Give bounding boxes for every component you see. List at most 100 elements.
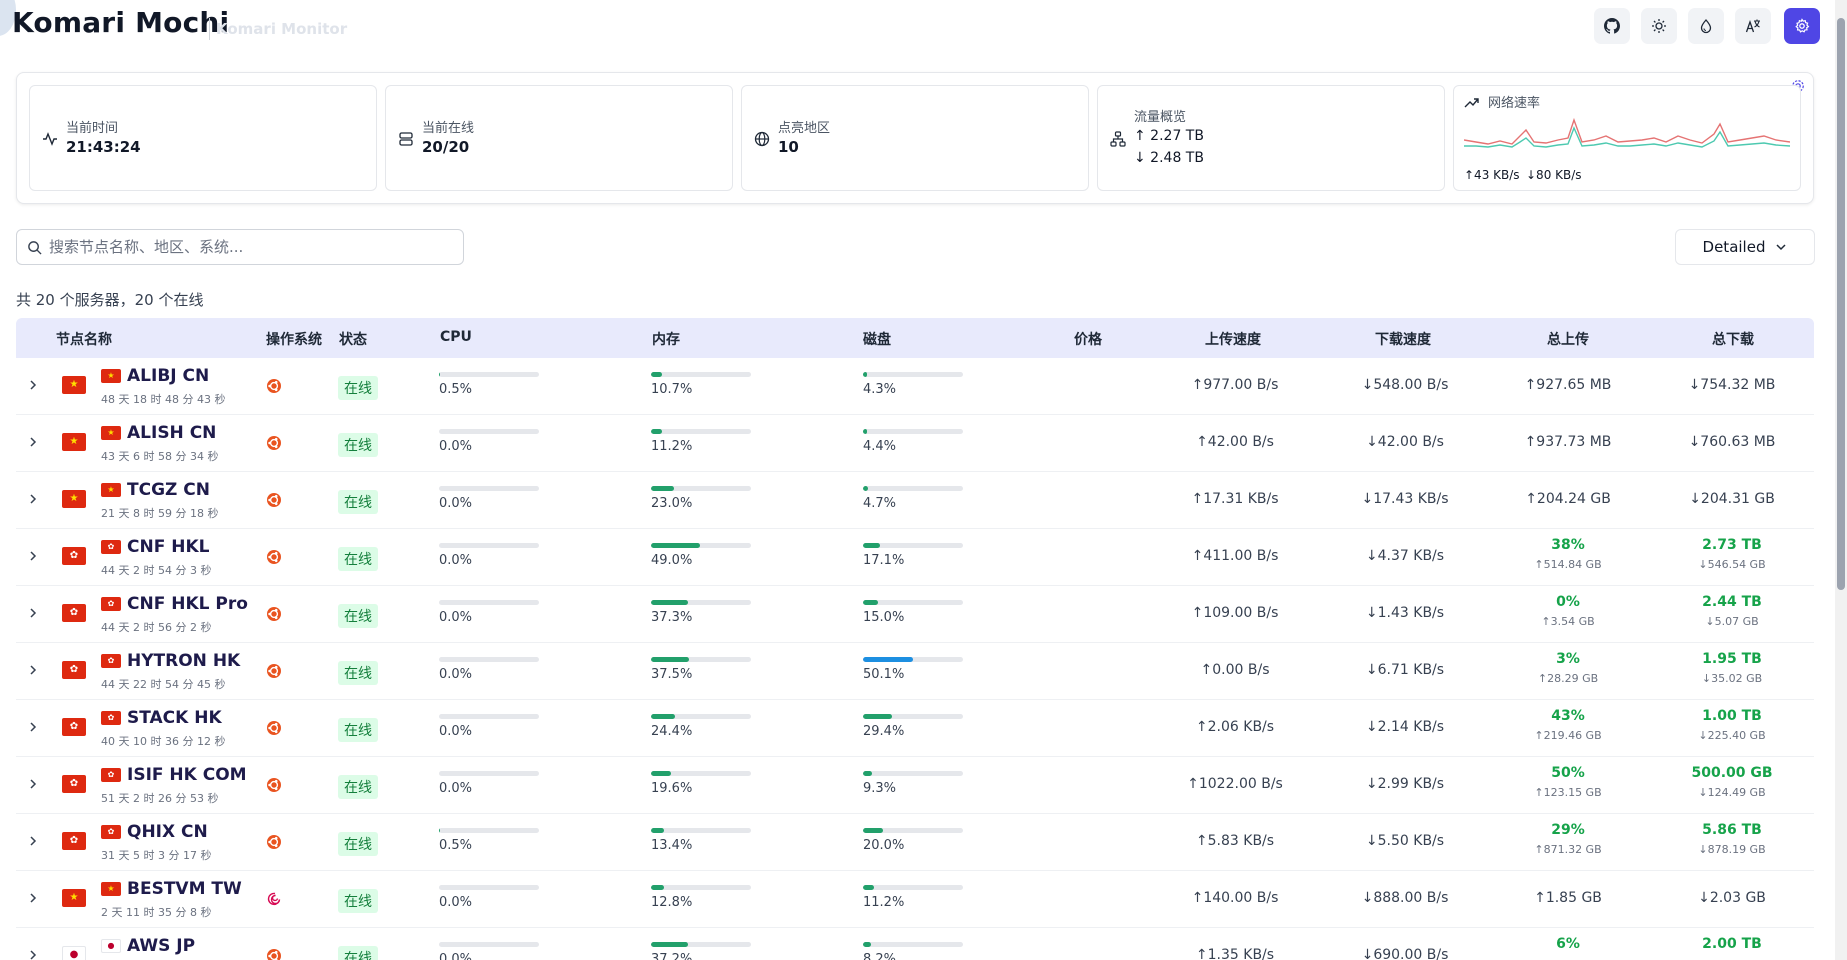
server-row[interactable]: ✿ ✿ HYTRON HK 44 天 22 时 54 分 45 秒 在线 0.0% 37.5… xyxy=(16,643,1814,700)
server-row[interactable]: ★ ★ BESTVM TW 2 天 11 时 35 分 8 秒 在线 0.0% 12.8% 1… xyxy=(16,871,1814,928)
flag-emoji-icon: ★ xyxy=(101,369,121,383)
node-name[interactable]: CNF HKL Pro xyxy=(127,594,248,614)
node-uptime: 44 天 2 时 54 分 3 秒 xyxy=(101,564,212,577)
node-name[interactable]: HYTRON HK xyxy=(127,651,240,671)
disk-percent: 50.1% xyxy=(863,667,905,682)
traffic-up-value: ↑ 2.27 TB xyxy=(1134,128,1204,144)
download-speed: ↓6.71 KB/s xyxy=(1365,662,1445,678)
memory-bar xyxy=(651,486,751,491)
node-name[interactable]: AWS JP xyxy=(127,936,195,956)
expand-chevron-icon[interactable] xyxy=(26,435,40,449)
expand-chevron-icon[interactable] xyxy=(26,378,40,392)
total-upload: ↑204.24 GB xyxy=(1525,491,1611,507)
search-input[interactable] xyxy=(49,234,449,260)
title-divider xyxy=(209,18,210,40)
flag-icon: ★ xyxy=(62,889,86,907)
col-cpu[interactable]: CPU xyxy=(440,329,472,345)
col-total-download[interactable]: 总下载 xyxy=(1712,329,1754,349)
server-row[interactable]: ✿ ✿ CNF HKL 44 天 2 时 54 分 3 秒 在线 0.0% 49.0% 17.… xyxy=(16,529,1814,586)
network-speed-tile: 网络速率 ↑43 KB/s ↓80 KB/s xyxy=(1453,85,1801,191)
server-row[interactable]: ★ ★ ALISH CN 43 天 6 时 58 分 34 秒 在线 0.0% 11.2% 4… xyxy=(16,415,1814,472)
expand-chevron-icon[interactable] xyxy=(26,834,40,848)
download-speed: ↓17.43 KB/s xyxy=(1361,491,1449,507)
node-name[interactable]: QHIX CN xyxy=(127,822,208,842)
color-button[interactable] xyxy=(1688,8,1724,44)
server-row[interactable]: ✿ ✿ ISIF HK COM 51 天 2 时 26 分 53 秒 在线 0.0% 19.… xyxy=(16,757,1814,814)
regions-label: 点亮地区 xyxy=(778,121,831,136)
expand-chevron-icon[interactable] xyxy=(26,663,40,677)
disk-bar-fill xyxy=(863,600,878,605)
col-price[interactable]: 价格 xyxy=(1074,329,1102,349)
github-button[interactable] xyxy=(1594,8,1630,44)
col-upload-speed[interactable]: 上传速度 xyxy=(1205,329,1261,349)
cpu-bar xyxy=(439,600,539,605)
server-row[interactable]: ● ● AWS JP 在线 0.0% 37.2% 8.2% ↑1.35 KB/s ↓690.00… xyxy=(16,928,1814,960)
node-name[interactable]: ALIBJ CN xyxy=(127,366,209,386)
flag-emoji-icon: ★ xyxy=(101,426,121,440)
current-time-tile: 当前时间 21:43:24 xyxy=(29,85,377,191)
language-button[interactable] xyxy=(1735,8,1771,44)
memory-percent: 23.0% xyxy=(651,496,693,511)
status-badge: 在线 xyxy=(338,604,378,628)
settings-icon xyxy=(1795,18,1810,33)
scrollbar-thumb[interactable] xyxy=(1837,18,1845,590)
traffic-label: 流量概览 xyxy=(1134,110,1187,125)
col-total-upload[interactable]: 总上传 xyxy=(1547,329,1589,349)
ubuntu-icon xyxy=(267,607,281,621)
expand-chevron-icon[interactable] xyxy=(26,549,40,563)
search-box[interactable] xyxy=(16,229,464,265)
settings-button[interactable] xyxy=(1784,8,1820,44)
expand-chevron-icon[interactable] xyxy=(26,777,40,791)
server-row[interactable]: ✿ ✿ STACK HK 40 天 10 时 36 分 12 秒 在线 0.0% 24.4%… xyxy=(16,700,1814,757)
trending-up-icon xyxy=(1464,98,1479,108)
network-speed-down: ↓80 KB/s xyxy=(1526,168,1582,182)
col-status[interactable]: 状态 xyxy=(339,329,367,349)
col-disk[interactable]: 磁盘 xyxy=(863,329,891,349)
disk-bar xyxy=(863,771,963,776)
node-name[interactable]: CNF HKL xyxy=(127,537,209,557)
disk-percent: 4.4% xyxy=(863,439,897,454)
flag-icon: ✿ xyxy=(62,718,86,736)
expand-chevron-icon[interactable] xyxy=(26,492,40,506)
col-memory[interactable]: 内存 xyxy=(652,329,680,349)
memory-bar xyxy=(651,885,751,890)
status-badge: 在线 xyxy=(338,718,378,742)
server-row[interactable]: ✿ ✿ QHIX CN 31 天 5 时 3 分 17 秒 在线 0.5% 13.4% 20.… xyxy=(16,814,1814,871)
cpu-percent: 0.0% xyxy=(439,610,473,625)
status-badge: 在线 xyxy=(338,547,378,571)
expand-chevron-icon[interactable] xyxy=(26,720,40,734)
disk-bar-fill xyxy=(863,486,868,491)
server-row[interactable]: ★ ★ ALIBJ CN 48 天 18 时 48 分 43 秒 在线 0.5% 10.7%… xyxy=(16,358,1814,415)
node-name[interactable]: TCGZ CN xyxy=(127,480,210,500)
expand-chevron-icon[interactable] xyxy=(26,606,40,620)
regions-value: 10 xyxy=(778,138,799,156)
quota-total: 2.44 TB xyxy=(1702,594,1762,610)
ubuntu-icon xyxy=(267,721,281,735)
theme-button[interactable] xyxy=(1641,8,1677,44)
col-name[interactable]: 节点名称 xyxy=(56,329,112,349)
ubuntu-icon xyxy=(267,379,281,393)
cpu-bar-fill xyxy=(439,372,440,377)
expand-chevron-icon[interactable] xyxy=(26,891,40,905)
disk-bar-fill xyxy=(863,771,873,776)
upload-speed: ↑977.00 B/s xyxy=(1191,377,1279,393)
col-os[interactable]: 操作系统 xyxy=(266,329,322,349)
node-name[interactable]: ISIF HK COM xyxy=(127,765,247,785)
expand-chevron-icon[interactable] xyxy=(26,948,40,960)
network-speed-sparkline xyxy=(1464,117,1790,148)
status-badge: 在线 xyxy=(338,433,378,457)
flag-icon: ✿ xyxy=(62,832,86,850)
disk-bar xyxy=(863,885,963,890)
server-row[interactable]: ✿ ✿ CNF HKL Pro 44 天 2 时 56 分 2 秒 在线 0.0% 37.3… xyxy=(16,586,1814,643)
server-row[interactable]: ★ ★ TCGZ CN 21 天 8 时 59 分 18 秒 在线 0.0% 23.0% 4.… xyxy=(16,472,1814,529)
node-uptime: 51 天 2 时 26 分 53 秒 xyxy=(101,792,219,805)
overview-panel: 当前时间 21:43:24 当前在线 20/20 点亮地区 10 流量概览 ↑ … xyxy=(16,72,1814,204)
node-name[interactable]: ALISH CN xyxy=(127,423,216,443)
status-badge: 在线 xyxy=(338,376,378,400)
node-name[interactable]: STACK HK xyxy=(127,708,222,728)
view-mode-select[interactable]: Detailed xyxy=(1675,229,1815,265)
col-download-speed[interactable]: 下载速度 xyxy=(1375,329,1431,349)
node-name[interactable]: BESTVM TW xyxy=(127,879,242,899)
download-speed: ↓2.14 KB/s xyxy=(1365,719,1445,735)
page-scrollbar[interactable] xyxy=(1835,0,1847,960)
